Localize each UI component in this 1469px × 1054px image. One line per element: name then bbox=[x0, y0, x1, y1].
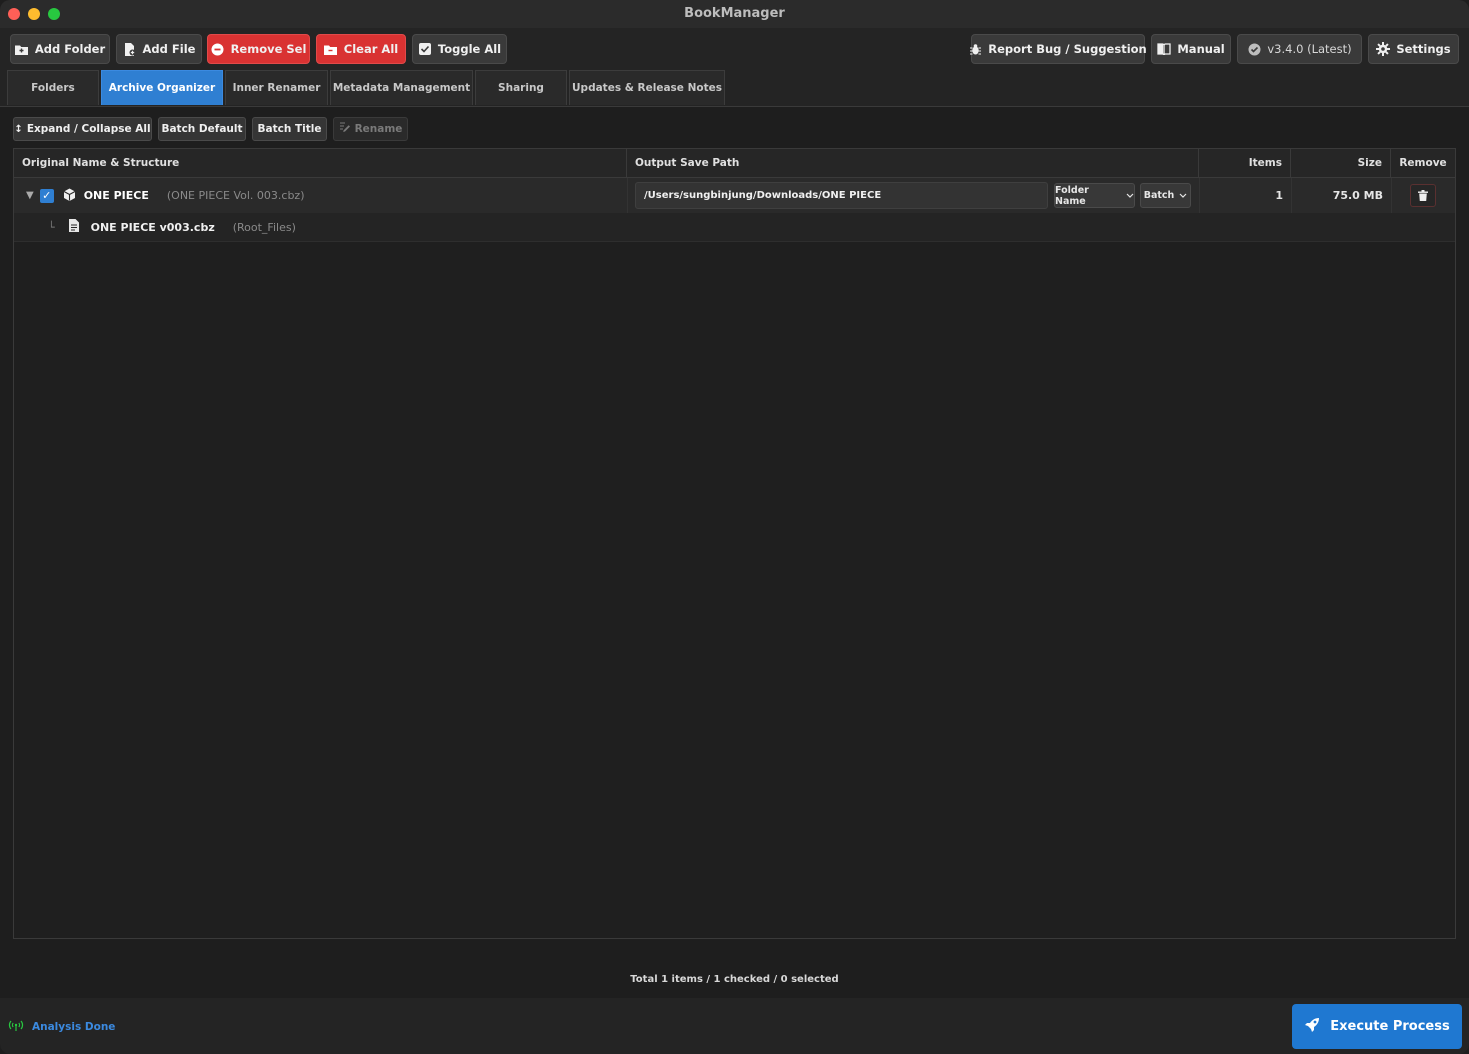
expand-collapse-icon: ↕ bbox=[14, 123, 23, 135]
clear-all-label: Clear All bbox=[343, 42, 399, 56]
batch-default-label: Batch Default bbox=[161, 123, 243, 135]
table-header: Original Name & Structure Output Save Pa… bbox=[14, 149, 1455, 178]
row-checkbox[interactable]: ✓ bbox=[39, 188, 54, 203]
expand-triangle-icon[interactable]: ▼ bbox=[26, 190, 34, 201]
header-name[interactable]: Original Name & Structure bbox=[14, 149, 627, 177]
rename-label: Rename bbox=[354, 123, 403, 135]
chevron-down-icon bbox=[1126, 190, 1134, 201]
manual-label: Manual bbox=[1177, 42, 1225, 56]
child-file-name: ONE PIECE v003.cbz bbox=[90, 220, 215, 234]
folder-minus-icon bbox=[324, 42, 338, 56]
tab-archive-organizer[interactable]: Archive Organizer bbox=[101, 70, 223, 105]
minus-circle-icon bbox=[211, 42, 225, 56]
tab-updates-release-notes[interactable]: Updates & Release Notes bbox=[569, 70, 725, 105]
batch-mode-label: Batch bbox=[1143, 190, 1175, 201]
tab-folders[interactable]: Folders bbox=[7, 70, 99, 105]
remove-selected-label: Remove Sel bbox=[230, 42, 307, 56]
archive-name: ONE PIECE bbox=[83, 189, 149, 202]
add-folder-button[interactable]: Add Folder bbox=[10, 34, 110, 64]
folder-plus-icon bbox=[15, 42, 29, 56]
clear-all-button[interactable]: Clear All bbox=[316, 34, 406, 64]
child-row[interactable]: └ ONE PIECE v003.cbz (Root_Files) bbox=[14, 213, 1455, 242]
header-output-path[interactable]: Output Save Path bbox=[627, 149, 1199, 177]
table-row[interactable]: ▼ ✓ ONE PIECE (ONE PIECE Vol. 003.cbz) /… bbox=[14, 178, 1455, 213]
tab-bar: Folders Archive Organizer Inner Renamer … bbox=[0, 70, 1469, 107]
tab-metadata-management[interactable]: Metadata Management bbox=[330, 70, 473, 105]
archive-size: 75.0 MB bbox=[1332, 189, 1383, 202]
version-button[interactable]: v3.4.0 (Latest) bbox=[1237, 34, 1362, 64]
settings-label: Settings bbox=[1396, 42, 1451, 56]
add-file-button[interactable]: Add File bbox=[116, 34, 202, 64]
naming-mode-label: Folder Name bbox=[1055, 184, 1089, 207]
execute-label: Execute Process bbox=[1330, 1019, 1450, 1034]
child-file-location: (Root_Files) bbox=[232, 220, 296, 234]
tab-archive-organizer-label: Archive Organizer bbox=[108, 82, 216, 94]
gear-icon bbox=[1376, 42, 1391, 56]
batch-default-button[interactable]: Batch Default bbox=[158, 117, 246, 141]
header-remove: Remove bbox=[1399, 157, 1447, 169]
book-icon bbox=[1157, 42, 1172, 56]
output-path-input[interactable]: /Users/sungbinjung/Downloads/ONE PIECE bbox=[635, 182, 1048, 209]
tab-updates-label: Updates & Release Notes bbox=[572, 82, 722, 94]
tab-inner-renamer-label: Inner Renamer bbox=[232, 82, 321, 94]
add-folder-label: Add Folder bbox=[34, 42, 106, 56]
add-file-label: Add File bbox=[142, 42, 196, 56]
footer-bar bbox=[0, 998, 1469, 1054]
header-items[interactable]: Items bbox=[1199, 149, 1291, 177]
header-size[interactable]: Size bbox=[1291, 149, 1391, 177]
tab-folders-label: Folders bbox=[31, 82, 75, 94]
toggle-all-label: Toggle All bbox=[437, 42, 502, 56]
checkbox-icon bbox=[418, 42, 432, 56]
tab-metadata-management-label: Metadata Management bbox=[332, 82, 471, 94]
archive-table: Original Name & Structure Output Save Pa… bbox=[13, 148, 1456, 939]
batch-mode-dropdown[interactable]: Batch bbox=[1140, 183, 1191, 208]
tab-sharing-label: Sharing bbox=[498, 82, 544, 94]
manual-button[interactable]: Manual bbox=[1151, 34, 1231, 64]
child-name-cell: └ ONE PIECE v003.cbz (Root_Files) bbox=[48, 213, 618, 241]
expand-collapse-label: Expand / Collapse All bbox=[26, 123, 151, 135]
signal-icon bbox=[8, 1020, 24, 1034]
execute-process-button[interactable]: Execute Process bbox=[1292, 1004, 1462, 1049]
package-icon bbox=[63, 188, 76, 204]
app-window: BookManager Add Folder Add File Remove S… bbox=[0, 0, 1469, 1054]
window-title: BookManager bbox=[684, 6, 785, 21]
tree-branch-icon: └ bbox=[48, 220, 55, 234]
tab-inner-renamer[interactable]: Inner Renamer bbox=[225, 70, 328, 105]
batch-title-label: Batch Title bbox=[257, 123, 322, 135]
trash-icon bbox=[1418, 186, 1428, 205]
edit-icon bbox=[339, 122, 351, 136]
tab-sharing[interactable]: Sharing bbox=[475, 70, 567, 105]
remove-selected-button[interactable]: Remove Sel bbox=[207, 34, 310, 64]
file-icon bbox=[68, 219, 79, 235]
rename-button[interactable]: Rename bbox=[333, 117, 408, 141]
expand-collapse-all-button[interactable]: ↕ Expand / Collapse All bbox=[13, 117, 152, 141]
report-bug-label: Report Bug / Suggestion bbox=[988, 42, 1147, 56]
title-bar: BookManager bbox=[0, 0, 1469, 29]
chevron-down-icon bbox=[1179, 190, 1187, 201]
name-cell: ▼ ✓ ONE PIECE (ONE PIECE Vol. 003.cbz) bbox=[26, 178, 626, 213]
status-indicator: Analysis Done bbox=[8, 1020, 115, 1034]
toggle-all-button[interactable]: Toggle All bbox=[412, 34, 507, 64]
batch-title-button[interactable]: Batch Title bbox=[252, 117, 327, 141]
settings-button[interactable]: Settings bbox=[1368, 34, 1459, 64]
check-circle-icon bbox=[1247, 42, 1261, 56]
remove-row-button[interactable] bbox=[1410, 184, 1436, 207]
naming-mode-dropdown[interactable]: Folder Name bbox=[1054, 183, 1135, 208]
bug-icon bbox=[969, 42, 982, 56]
archive-subtitle: (ONE PIECE Vol. 003.cbz) bbox=[166, 189, 305, 202]
report-bug-button[interactable]: Report Bug / Suggestion bbox=[969, 34, 1147, 64]
version-label: v3.4.0 (Latest) bbox=[1267, 42, 1352, 56]
main-toolbar: Add Folder Add File Remove Sel Clear All… bbox=[0, 28, 1469, 70]
status-text: Analysis Done bbox=[32, 1021, 116, 1033]
summary-text: Total 1 items / 1 checked / 0 selected bbox=[630, 974, 839, 985]
items-count: 1 bbox=[1275, 189, 1283, 202]
file-plus-icon bbox=[123, 42, 137, 56]
rocket-icon bbox=[1304, 1017, 1320, 1037]
